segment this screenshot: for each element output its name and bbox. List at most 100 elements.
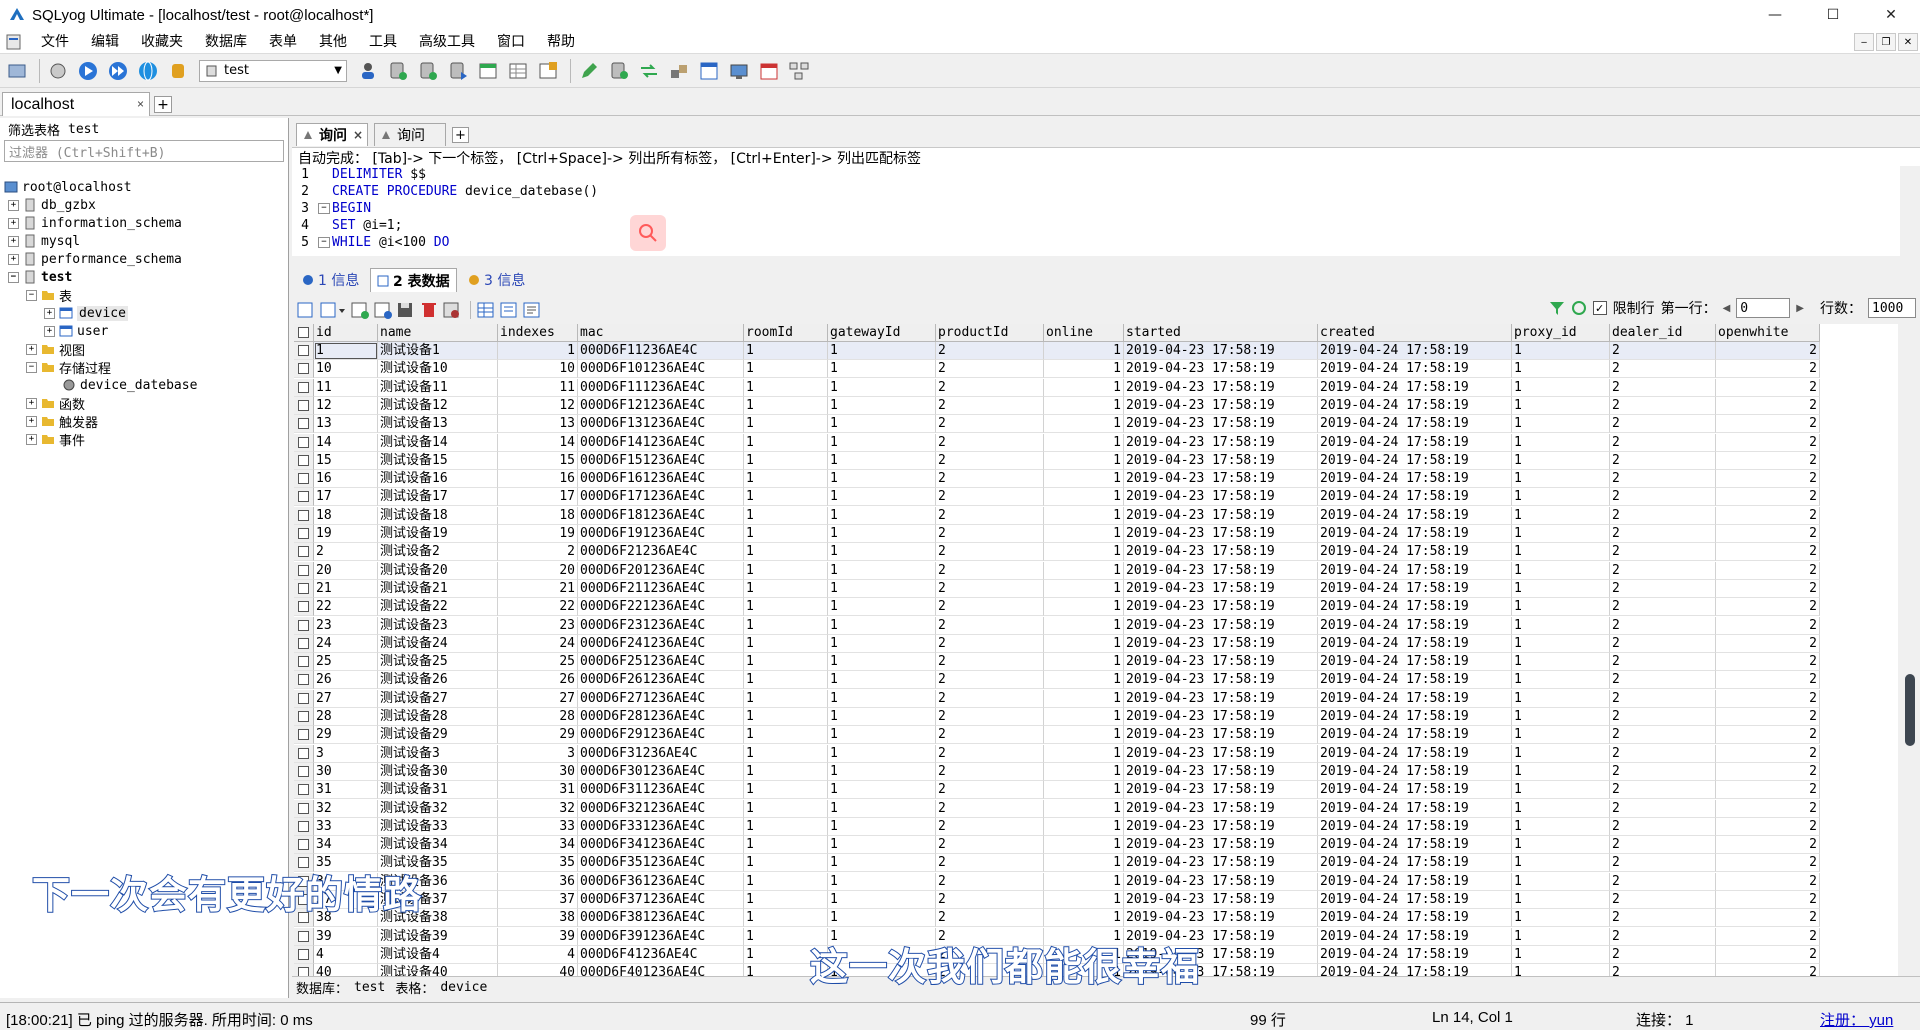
grid-cell[interactable]: 3 bbox=[498, 744, 578, 763]
grid-cell[interactable]: 2019-04-24 17:58:19 bbox=[1318, 945, 1512, 964]
grid-cell[interactable]: 1 bbox=[744, 433, 828, 452]
grid-cell[interactable]: 1 bbox=[1512, 360, 1610, 379]
grid-cell[interactable]: 24 bbox=[498, 634, 578, 653]
grid-cell[interactable]: 1 bbox=[1044, 616, 1124, 635]
grid-cell[interactable]: 2019-04-24 17:58:19 bbox=[1318, 525, 1512, 543]
grid-cell[interactable]: 1 bbox=[1044, 744, 1124, 763]
grid-cell[interactable]: 17 bbox=[498, 488, 578, 507]
grid-cell[interactable]: 2 bbox=[1716, 927, 1820, 946]
grid-cell[interactable]: 39 bbox=[314, 927, 378, 946]
grid-cell[interactable]: 1 bbox=[1512, 525, 1610, 543]
editor-line[interactable]: 4 SET @i=1; bbox=[292, 217, 1900, 234]
grid-cell[interactable]: 29 bbox=[314, 726, 378, 745]
grid-cell[interactable]: 1 bbox=[744, 360, 828, 379]
editor-line[interactable]: 1 DELIMITER $$ bbox=[292, 166, 1900, 183]
grid-cell[interactable]: 2 bbox=[1716, 781, 1820, 800]
grid-cell[interactable]: 37 bbox=[498, 891, 578, 909]
grid-cell[interactable]: 1 bbox=[498, 342, 578, 360]
table-row[interactable]: 37 测试设备37 37 000D6F371236AE4C 1 1 2 1 2019-04-23… bbox=[294, 891, 1820, 909]
grid-cell[interactable]: 2 bbox=[936, 744, 1044, 763]
grid-cell[interactable]: 测试设备17 bbox=[378, 488, 498, 507]
grid-cell[interactable]: 10 bbox=[498, 360, 578, 379]
row-select-checkbox[interactable] bbox=[294, 415, 314, 434]
grid-cell[interactable]: 2 bbox=[1610, 470, 1716, 489]
row-select-checkbox[interactable] bbox=[294, 324, 314, 342]
grid-cell[interactable]: 000D6F141236AE4C bbox=[578, 433, 744, 452]
grid-cell[interactable]: 1 bbox=[1044, 561, 1124, 580]
grid-cell[interactable]: 1 bbox=[1512, 799, 1610, 818]
table-row[interactable]: 36 测试设备36 36 000D6F361236AE4C 1 1 2 1 2019-04-23… bbox=[294, 872, 1820, 891]
grid-cell[interactable]: 1 bbox=[744, 836, 828, 855]
column-header[interactable]: gatewayId bbox=[828, 324, 936, 342]
grid-cell[interactable]: 1 bbox=[1512, 927, 1610, 946]
connection-tab-localhost[interactable]: localhost × bbox=[2, 92, 150, 116]
grid-cell[interactable]: 1 bbox=[1044, 891, 1124, 909]
grid-cell[interactable]: 1 bbox=[1512, 506, 1610, 525]
close-icon[interactable]: × bbox=[137, 97, 144, 111]
grid-cell[interactable]: 1 bbox=[1044, 396, 1124, 415]
add-connection-button[interactable]: + bbox=[154, 96, 172, 113]
grid-cell[interactable]: 2 bbox=[1716, 525, 1820, 543]
grid-cell[interactable]: 35 bbox=[498, 854, 578, 873]
grid-cell[interactable]: 1 bbox=[744, 598, 828, 617]
grid-cell[interactable]: 1 bbox=[1044, 817, 1124, 836]
report-button[interactable] bbox=[535, 58, 561, 84]
refresh-icon[interactable] bbox=[1571, 300, 1587, 316]
grid-cell[interactable]: 1 bbox=[1512, 470, 1610, 489]
tab-info-3[interactable]: 3 信息 bbox=[462, 268, 531, 292]
grid-cell[interactable]: 2 bbox=[1716, 945, 1820, 964]
row-select-checkbox[interactable] bbox=[294, 579, 314, 598]
grid-cell[interactable]: 1 bbox=[744, 616, 828, 635]
grid-cell[interactable]: 1 bbox=[744, 488, 828, 507]
grid-view-icon[interactable] bbox=[476, 300, 496, 320]
grid-cell[interactable]: 000D6F301236AE4C bbox=[578, 762, 744, 781]
execute-button[interactable] bbox=[75, 58, 101, 84]
tree-folder-events[interactable]: + 事件 bbox=[0, 430, 288, 449]
grid-cell[interactable]: 2019-04-23 17:58:19 bbox=[1124, 415, 1318, 434]
table-row[interactable]: 25 测试设备25 25 000D6F251236AE4C 1 1 2 1 2019-04-23… bbox=[294, 653, 1820, 672]
table-row[interactable]: 10 测试设备10 10 000D6F101236AE4C 1 1 2 1 2019-04-23… bbox=[294, 360, 1820, 379]
grid-cell[interactable]: 1 bbox=[1512, 579, 1610, 598]
table-row[interactable]: 34 测试设备34 34 000D6F341236AE4C 1 1 2 1 2019-04-23… bbox=[294, 836, 1820, 855]
grid-cell[interactable]: 测试设备14 bbox=[378, 433, 498, 452]
grid-cell[interactable]: 000D6F361236AE4C bbox=[578, 872, 744, 891]
grid-cell[interactable]: 2 bbox=[936, 506, 1044, 525]
grid-cell[interactable]: 1 bbox=[828, 342, 936, 360]
grid-cell[interactable]: 1 bbox=[1044, 726, 1124, 745]
grid-cell[interactable]: 000D6F41236AE4C bbox=[578, 945, 744, 964]
grid-cell[interactable]: 2 bbox=[1716, 360, 1820, 379]
grid-cell[interactable]: 2019-04-23 17:58:19 bbox=[1124, 616, 1318, 635]
grid-cell[interactable]: 2 bbox=[1716, 836, 1820, 855]
grid-cell[interactable]: 2 bbox=[1610, 964, 1716, 976]
grid-cell[interactable]: 1 bbox=[828, 653, 936, 672]
refresh-button[interactable] bbox=[135, 58, 161, 84]
row-select-checkbox[interactable] bbox=[294, 653, 314, 672]
grid-cell[interactable]: 2 bbox=[1610, 689, 1716, 708]
grid-cell[interactable]: 1 bbox=[828, 634, 936, 653]
menu-advanced-tools[interactable]: 高级工具 bbox=[408, 30, 486, 54]
grid-cell[interactable]: 000D6F391236AE4C bbox=[578, 927, 744, 946]
grid-cell[interactable]: 2 bbox=[936, 360, 1044, 379]
tree-db-performance_schema[interactable]: + performance_schema bbox=[0, 250, 288, 268]
grid-cell[interactable]: 2 bbox=[1610, 744, 1716, 763]
table-row[interactable]: 15 测试设备15 15 000D6F151236AE4C 1 1 2 1 2019-04-23… bbox=[294, 451, 1820, 470]
grid-cell[interactable]: 2 bbox=[498, 543, 578, 562]
grid-cell[interactable]: 2 bbox=[936, 836, 1044, 855]
grid-cell[interactable]: 2019-04-23 17:58:19 bbox=[1124, 708, 1318, 726]
grid-cell[interactable]: 1 bbox=[828, 744, 936, 763]
grid-cell[interactable]: 1 bbox=[1044, 909, 1124, 928]
tree-db-mysql[interactable]: + mysql bbox=[0, 232, 288, 250]
grid-cell[interactable]: 2 bbox=[1716, 817, 1820, 836]
grid-cell[interactable]: 12 bbox=[314, 396, 378, 415]
grid-cell[interactable]: 000D6F401236AE4C bbox=[578, 964, 744, 976]
form-view-icon[interactable] bbox=[499, 300, 519, 320]
grid-cell[interactable]: 1 bbox=[1044, 872, 1124, 891]
grid-cell[interactable]: 2 bbox=[1716, 598, 1820, 617]
grid-cell[interactable]: 2 bbox=[1610, 708, 1716, 726]
tab-info-1[interactable]: 1 信息 bbox=[296, 268, 365, 292]
table-row[interactable]: 27 测试设备27 27 000D6F271236AE4C 1 1 2 1 2019-04-23… bbox=[294, 689, 1820, 708]
grid-cell[interactable]: 24 bbox=[314, 634, 378, 653]
grid-cell[interactable]: 1 bbox=[744, 708, 828, 726]
table-row[interactable]: 21 测试设备21 21 000D6F211236AE4C 1 1 2 1 2019-04-23… bbox=[294, 579, 1820, 598]
grid-cell[interactable]: 2 bbox=[936, 762, 1044, 781]
